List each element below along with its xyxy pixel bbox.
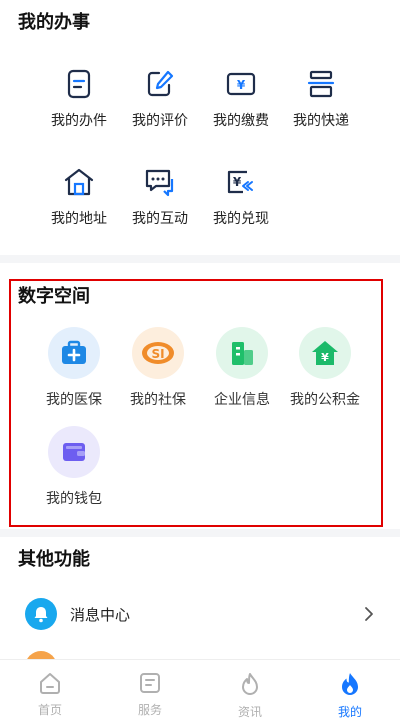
- item-label: 我的兑现: [213, 211, 269, 227]
- item-my-cases[interactable]: 我的办件: [39, 66, 119, 130]
- tab-label: 我的: [337, 705, 362, 719]
- social-security-icon: SI: [132, 327, 184, 379]
- section-title-my-affairs: 我的办事: [18, 12, 90, 33]
- item-label: 我的办件: [51, 113, 107, 129]
- mine-flame-tab-icon: [339, 672, 361, 700]
- item-my-address[interactable]: 我的地址: [39, 164, 119, 228]
- section-title-digital-space: 数字空间: [18, 286, 90, 307]
- item-label: 我的医保: [46, 392, 102, 408]
- medical-insurance-icon: [48, 327, 100, 379]
- svg-text:¥: ¥: [233, 175, 242, 189]
- item-my-redemption[interactable]: ¥ 我的兑现: [201, 164, 281, 228]
- home-tab-icon: [38, 672, 62, 698]
- item-label: 我的评价: [132, 113, 188, 129]
- tab-mine[interactable]: 我的: [300, 660, 400, 725]
- chevron-right-icon: [364, 606, 374, 626]
- item-my-medical-insurance[interactable]: 我的医保: [34, 327, 114, 409]
- edit-icon: [142, 66, 178, 102]
- item-enterprise-info[interactable]: 企业信息: [202, 327, 282, 409]
- svg-text:¥: ¥: [237, 78, 246, 92]
- chat-icon: [142, 164, 178, 200]
- wallet-icon: [48, 426, 100, 478]
- item-label: 我的快递: [293, 113, 349, 129]
- item-my-wallet[interactable]: 我的钱包: [34, 426, 114, 508]
- section-title-other-functions: 其他功能: [18, 549, 90, 570]
- item-label: 企业信息: [214, 392, 270, 408]
- item-label: 我的钱包: [46, 491, 102, 507]
- home-icon: [61, 164, 97, 200]
- item-label: 我的地址: [51, 211, 107, 227]
- tab-label: 首页: [37, 703, 62, 717]
- yuan-payment-icon: ¥: [223, 66, 259, 102]
- item-my-express[interactable]: 我的快递: [281, 66, 361, 130]
- enterprise-building-icon: [216, 327, 268, 379]
- package-icon: [303, 66, 339, 102]
- item-my-housing-fund[interactable]: ¥ 我的公积金: [285, 327, 365, 409]
- item-label: 我的互动: [132, 211, 188, 227]
- item-my-interactions[interactable]: 我的互动: [120, 164, 200, 228]
- list-item-message-center[interactable]: 消息中心: [0, 589, 400, 639]
- item-label: 我的缴费: [213, 113, 269, 129]
- list-item-label: 消息中心: [70, 605, 131, 624]
- section-divider: [0, 255, 400, 263]
- service-tab-icon: [139, 672, 161, 698]
- tab-home[interactable]: 首页: [0, 660, 100, 725]
- svg-text:¥: ¥: [321, 351, 329, 364]
- redeem-icon: ¥: [223, 164, 259, 200]
- item-label: 我的公积金: [290, 392, 360, 408]
- housing-fund-icon: ¥: [299, 327, 351, 379]
- item-my-social-security[interactable]: SI 我的社保: [118, 327, 198, 409]
- tab-label: 资讯: [237, 705, 262, 719]
- section-divider: [0, 529, 400, 537]
- tab-label: 服务: [137, 703, 162, 717]
- tab-service[interactable]: 服务: [100, 660, 200, 725]
- item-my-evaluations[interactable]: 我的评价: [120, 66, 200, 130]
- item-my-payments[interactable]: ¥ 我的缴费: [201, 66, 281, 130]
- tab-bar: 首页 服务 资讯 我的: [0, 659, 400, 725]
- document-icon: [61, 66, 97, 102]
- item-label: 我的社保: [130, 392, 186, 408]
- bell-icon: [25, 598, 57, 630]
- flame-tab-icon: [239, 672, 261, 700]
- svg-text:SI: SI: [151, 347, 164, 361]
- tab-news[interactable]: 资讯: [200, 660, 300, 725]
